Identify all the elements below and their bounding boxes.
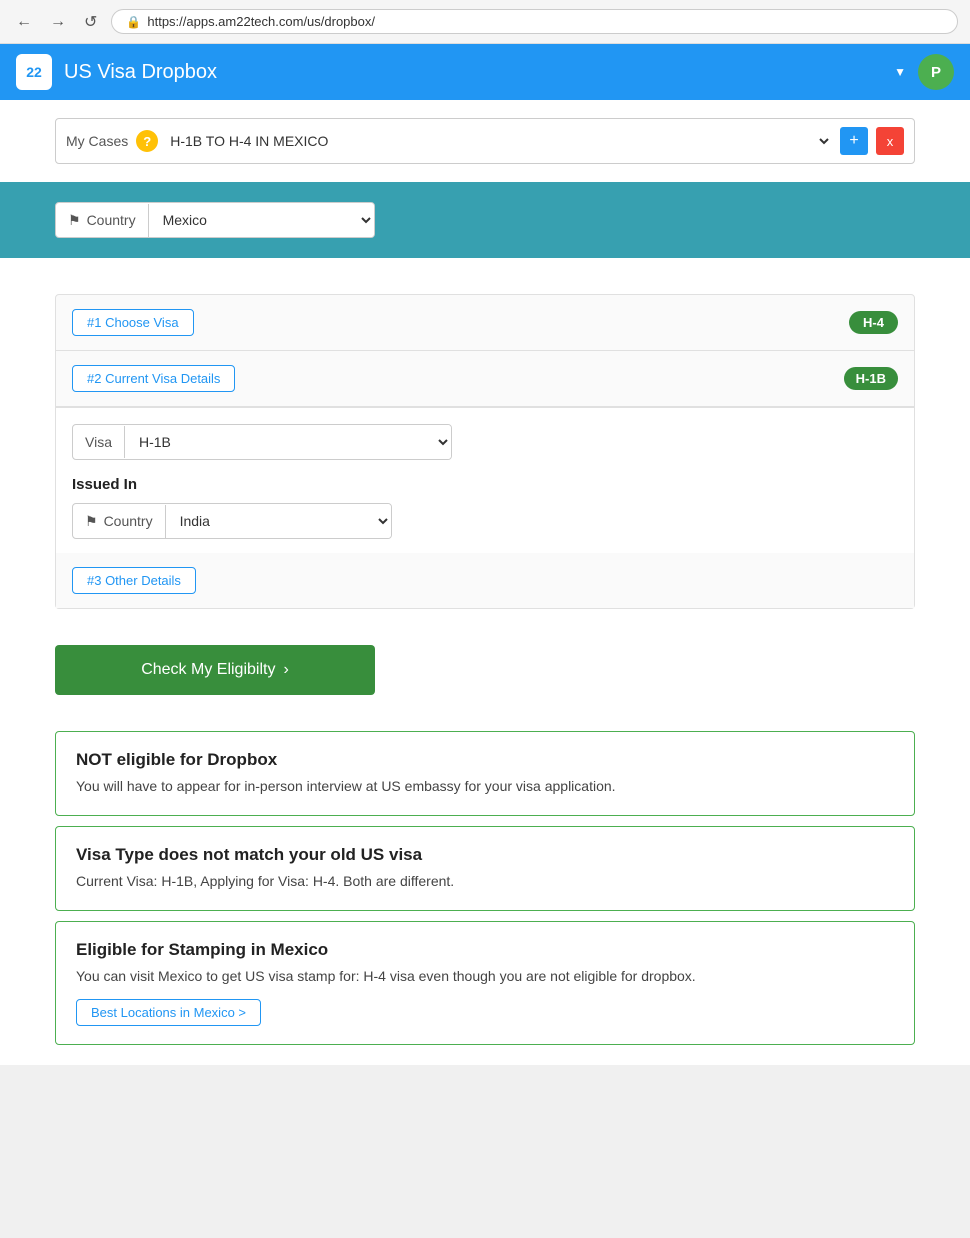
step1-card: #1 Choose Visa H-4 #2 Current Visa Detai… — [55, 294, 915, 609]
url-text: https://apps.am22tech.com/us/dropbox/ — [147, 14, 375, 29]
step1-badge: H-4 — [849, 311, 898, 334]
results-section: NOT eligible for Dropbox You will have t… — [55, 731, 915, 1045]
country-label-box: ⚑ Country — [56, 204, 149, 237]
issued-country-label-box: ⚑ Country — [73, 505, 166, 538]
logo-badge: 22 — [16, 54, 52, 90]
issued-in-label: Issued In — [72, 476, 898, 493]
result1-title: NOT eligible for Dropbox — [76, 750, 894, 770]
result-card-1: NOT eligible for Dropbox You will have t… — [55, 731, 915, 816]
issued-country-selector: ⚑ Country India USA Mexico Canada Other — [72, 503, 392, 539]
step3-header: #3 Other Details — [56, 553, 914, 608]
main-content: My Cases ? H-1B TO H-4 IN MEXICO + x ⚑ C… — [0, 100, 970, 1065]
visa-label-box: Visa — [73, 426, 125, 458]
flag-icon: ⚑ — [68, 212, 81, 229]
step1-header: #1 Choose Visa H-4 — [56, 295, 914, 351]
country-selector: ⚑ Country Mexico India Canada USA Other — [55, 202, 375, 238]
result2-desc: Current Visa: H-1B, Applying for Visa: H… — [76, 871, 894, 892]
step3-button[interactable]: #3 Other Details — [72, 567, 196, 594]
issued-flag-icon: ⚑ — [85, 513, 98, 530]
step2-button[interactable]: #2 Current Visa Details — [72, 365, 235, 392]
issued-country-label: Country — [104, 513, 153, 529]
app-header: 22 US Visa Dropbox ▼ P — [0, 44, 970, 100]
user-avatar[interactable]: P — [918, 54, 954, 90]
visa-label: Visa — [85, 434, 112, 450]
teal-country-section: ⚑ Country Mexico India Canada USA Other — [0, 182, 970, 258]
check-btn-arrow: › — [283, 661, 288, 679]
refresh-button[interactable]: ↺ — [80, 8, 101, 36]
result-card-2: Visa Type does not match your old US vis… — [55, 826, 915, 911]
visa-row: Visa H-1B H-4 F-1 L-1 O-1 — [72, 424, 452, 460]
case-select[interactable]: H-1B TO H-4 IN MEXICO — [166, 132, 832, 150]
result1-desc: You will have to appear for in-person in… — [76, 776, 894, 797]
back-button[interactable]: ← — [12, 9, 36, 35]
result3-desc: You can visit Mexico to get US visa stam… — [76, 966, 894, 987]
result-card-3: Eligible for Stamping in Mexico You can … — [55, 921, 915, 1045]
country-select-main[interactable]: Mexico India Canada USA Other — [149, 203, 374, 237]
country-label: Country — [87, 212, 136, 228]
header-dropdown-arrow[interactable]: ▼ — [894, 65, 906, 79]
my-cases-label: My Cases — [66, 133, 128, 149]
step1-button[interactable]: #1 Choose Visa — [72, 309, 194, 336]
cases-row: My Cases ? H-1B TO H-4 IN MEXICO + x — [55, 118, 915, 164]
visa-select[interactable]: H-1B H-4 F-1 L-1 O-1 — [125, 425, 451, 459]
url-bar[interactable]: 🔒 https://apps.am22tech.com/us/dropbox/ — [111, 9, 958, 34]
browser-chrome: ← → ↺ 🔒 https://apps.am22tech.com/us/dro… — [0, 0, 970, 44]
check-btn-wrap: Check My Eligibilty › — [0, 627, 970, 713]
steps-section: #1 Choose Visa H-4 #2 Current Visa Detai… — [0, 276, 970, 627]
add-case-button[interactable]: + — [840, 127, 868, 155]
delete-case-button[interactable]: x — [876, 127, 904, 155]
lock-icon: 🔒 — [126, 15, 141, 29]
result2-title: Visa Type does not match your old US vis… — [76, 845, 894, 865]
check-eligibility-button[interactable]: Check My Eligibilty › — [55, 645, 375, 695]
cases-bar: My Cases ? H-1B TO H-4 IN MEXICO + x — [0, 100, 970, 182]
issued-country-select[interactable]: India USA Mexico Canada Other — [166, 504, 391, 538]
app-title: US Visa Dropbox — [64, 61, 882, 84]
step2-body: Visa H-1B H-4 F-1 L-1 O-1 Issued In ⚑ — [56, 407, 914, 553]
result3-title: Eligible for Stamping in Mexico — [76, 940, 894, 960]
step2-header: #2 Current Visa Details H-1B — [56, 351, 914, 407]
question-badge[interactable]: ? — [136, 130, 158, 152]
best-locations-button[interactable]: Best Locations in Mexico > — [76, 999, 261, 1026]
step2-badge: H-1B — [844, 367, 898, 390]
forward-button[interactable]: → — [46, 9, 70, 35]
check-btn-label: Check My Eligibilty — [141, 661, 275, 679]
